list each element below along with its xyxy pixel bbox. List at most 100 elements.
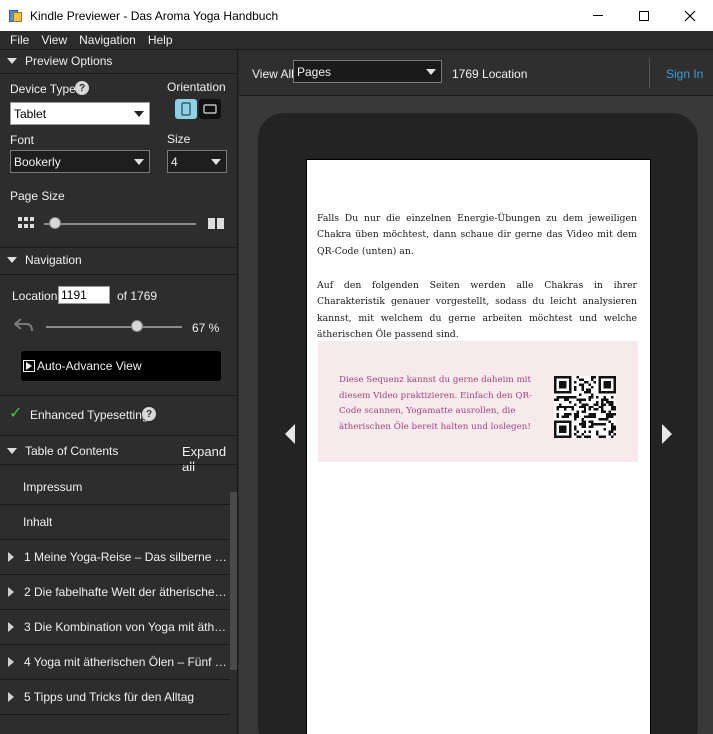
size-label: Size	[167, 132, 191, 146]
divider	[0, 274, 237, 275]
chevron-down-icon	[134, 111, 144, 117]
landscape-icon	[203, 104, 217, 114]
view-all-label: View All	[252, 67, 294, 81]
location-total: of 1769	[117, 289, 158, 303]
device-type-dropdown[interactable]: Tablet	[10, 102, 150, 125]
minimize-icon	[593, 15, 603, 16]
maximize-button[interactable]	[621, 0, 667, 31]
toc-item[interactable]: 5 Tipps und Tricks für den Alltag	[0, 680, 230, 715]
toolbar-divider	[649, 58, 650, 88]
menu-file[interactable]: File	[4, 33, 35, 47]
callout-text: Diese Sequenz kannst du gerne daheim mit…	[339, 375, 532, 432]
toc-item[interactable]: 4 Yoga mit ätherischen Ölen – Fünf Seq..…	[0, 645, 230, 680]
toc-scrollbar[interactable]	[230, 492, 237, 670]
sign-in-link[interactable]: Sign In	[666, 67, 703, 81]
toc-item[interactable]: 1 Meine Yoga-Reise – Das silberne und d.…	[0, 540, 230, 575]
navigation-header[interactable]: Navigation	[0, 249, 237, 271]
window-title: Kindle Previewer - Das Aroma Yoga Handbu…	[30, 8, 279, 23]
preview-area: View All Pages 1769 Location Sign In Fal…	[239, 50, 713, 734]
toc-item[interactable]: Impressum	[0, 470, 230, 505]
divider	[0, 435, 237, 436]
font-dropdown[interactable]: Bookerly	[10, 150, 150, 173]
preview-toolbar: View All Pages 1769 Location Sign In	[239, 50, 713, 96]
toc-item-label: 5 Tipps und Tricks für den Alltag	[24, 690, 195, 704]
menu-view[interactable]: View	[35, 33, 73, 47]
divider	[0, 247, 237, 248]
previous-page-arrow-icon[interactable]	[283, 424, 297, 444]
menu-navigation[interactable]: Navigation	[73, 33, 142, 47]
help-icon[interactable]: ?	[142, 407, 156, 421]
menu-bar: File View Navigation Help	[0, 31, 713, 50]
location-input[interactable]: 1191	[58, 286, 110, 304]
toc-item-label: Inhalt	[23, 515, 53, 529]
portrait-icon	[181, 102, 191, 116]
qr-code-icon	[554, 376, 616, 438]
expand-icon[interactable]	[8, 657, 14, 667]
menu-help[interactable]: Help	[142, 33, 179, 47]
help-icon[interactable]: ?	[75, 81, 89, 95]
close-icon	[684, 10, 696, 21]
video-callout-box: Diese Sequenz kannst du gerne daheim mit…	[318, 341, 638, 462]
chevron-down-icon	[134, 159, 144, 165]
font-label: Font	[10, 133, 35, 147]
large-grid-icon	[208, 218, 224, 229]
location-value: 1191	[61, 288, 87, 302]
toc-item-label: 4 Yoga mit ätherischen Ölen – Fünf Seq..…	[24, 655, 229, 669]
expand-icon[interactable]	[8, 692, 14, 702]
toc-item[interactable]: 3 Die Kombination von Yoga mit ätherisc.…	[0, 610, 230, 645]
size-dropdown[interactable]: 4	[167, 150, 227, 173]
kindle-previewer-icon	[9, 9, 23, 23]
close-button[interactable]	[667, 0, 713, 31]
collapse-icon	[7, 58, 17, 64]
toc-item-label: Impressum	[23, 480, 83, 494]
divider	[0, 464, 237, 465]
device-type-label: Device Type	[10, 82, 76, 96]
chevron-down-icon	[426, 69, 436, 75]
size-value: 4	[171, 154, 178, 169]
toc-item-label: 3 Die Kombination von Yoga mit ätherisc.…	[24, 620, 229, 634]
next-page-arrow-icon[interactable]	[660, 424, 674, 444]
portrait-orientation-button[interactable]	[175, 99, 197, 119]
collapse-icon	[7, 448, 17, 454]
view-mode-dropdown[interactable]: Pages	[293, 60, 442, 83]
page-size-slider-track[interactable]	[44, 223, 196, 225]
minimize-button[interactable]	[575, 0, 621, 31]
small-grid-icon	[18, 217, 34, 228]
preview-options-header[interactable]: Preview Options	[0, 50, 237, 72]
expand-icon[interactable]	[8, 622, 14, 632]
location-slider-thumb[interactable]	[131, 320, 144, 332]
book-page: Falls Du nur die einzelnen Energie-Übung…	[306, 159, 651, 734]
auto-advance-view-button[interactable]: Auto-Advance View	[21, 351, 221, 381]
location-slider-track[interactable]	[46, 326, 182, 328]
toc-item-label: 2 Die fabelhafte Welt der ätherischen Öl…	[24, 585, 229, 599]
title-bar: Kindle Previewer - Das Aroma Yoga Handbu…	[0, 0, 713, 31]
maximize-icon	[639, 10, 649, 21]
expand-icon[interactable]	[8, 552, 14, 562]
font-value: Bookerly	[14, 154, 61, 169]
divider	[0, 73, 237, 74]
check-icon: ✓	[9, 405, 23, 422]
page-paragraph: Auf den folgenden Seiten werden alle Cha…	[317, 280, 637, 341]
preview-options-title: Preview Options	[25, 54, 113, 68]
back-arrow-icon[interactable]	[14, 318, 34, 332]
window-controls	[575, 0, 713, 31]
view-mode-value: Pages	[297, 64, 332, 79]
expand-icon[interactable]	[8, 587, 14, 597]
landscape-orientation-button[interactable]	[199, 99, 221, 119]
collapse-icon	[7, 257, 17, 263]
page-size-slider-thumb[interactable]	[49, 217, 61, 229]
chevron-down-icon	[211, 159, 221, 165]
device-type-value: Tablet	[14, 106, 47, 121]
auto-advance-label: Auto-Advance View	[37, 359, 142, 373]
page-size-label: Page Size	[10, 189, 65, 203]
divider	[0, 395, 237, 396]
toc-item[interactable]: 2 Die fabelhafte Welt der ätherischen Öl…	[0, 575, 230, 610]
toc-title: Table of Contents	[25, 444, 119, 458]
progress-percent: 67 %	[192, 321, 220, 335]
play-icon	[23, 360, 35, 372]
location-label: Location	[12, 289, 58, 303]
toc-item-label: 1 Meine Yoga-Reise – Das silberne und d.…	[24, 550, 229, 564]
location-readout: 1769 Location	[452, 67, 528, 81]
toc-item[interactable]: Inhalt	[0, 505, 230, 540]
page-paragraph: Falls Du nur die einzelnen Energie-Übung…	[317, 213, 637, 257]
